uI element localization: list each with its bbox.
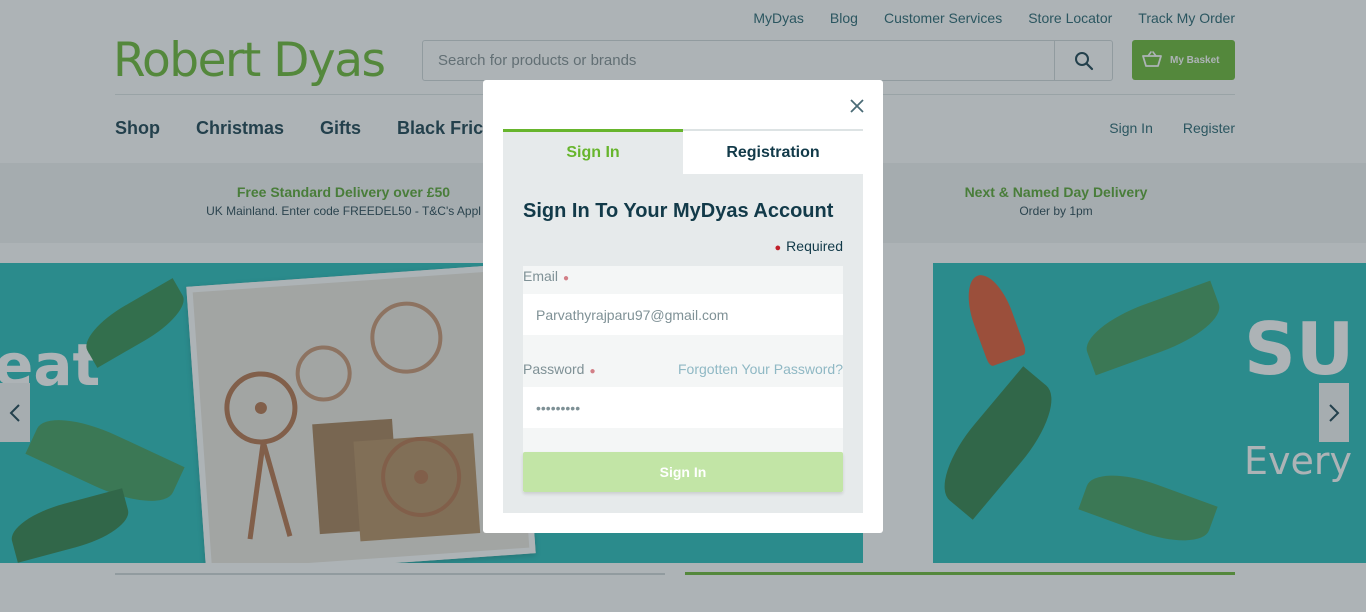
required-label: Required (786, 238, 843, 254)
tab-sign-in[interactable]: Sign In (503, 129, 683, 174)
required-star-icon: ● (589, 366, 596, 377)
required-dot-icon: ● (774, 242, 782, 254)
required-note: ● Required (775, 238, 843, 254)
password-label-text: Password (523, 361, 585, 377)
password-label: Password ● (523, 361, 596, 377)
modal-tabs: Sign In Registration (503, 129, 863, 174)
sign-in-modal: Sign In Registration Sign In To Your MyD… (483, 80, 883, 533)
required-star-icon: ● (563, 273, 570, 284)
close-button[interactable] (849, 98, 865, 114)
tab-registration[interactable]: Registration (683, 129, 863, 174)
sign-in-panel: Sign In To Your MyDyas Account ● Required… (503, 174, 863, 513)
email-label: Email ● (523, 268, 569, 284)
email-label-text: Email (523, 268, 559, 284)
email-field[interactable] (523, 294, 843, 335)
forgot-password-link[interactable]: Forgotten Your Password? (678, 361, 843, 377)
sign-in-form: Email ● Password ● Forgotten Your Password… (523, 266, 843, 492)
close-icon (850, 99, 864, 113)
modal-heading: Sign In To Your MyDyas Account (523, 200, 834, 222)
sign-in-submit-button[interactable]: Sign In (523, 452, 843, 492)
password-field[interactable] (523, 387, 843, 428)
